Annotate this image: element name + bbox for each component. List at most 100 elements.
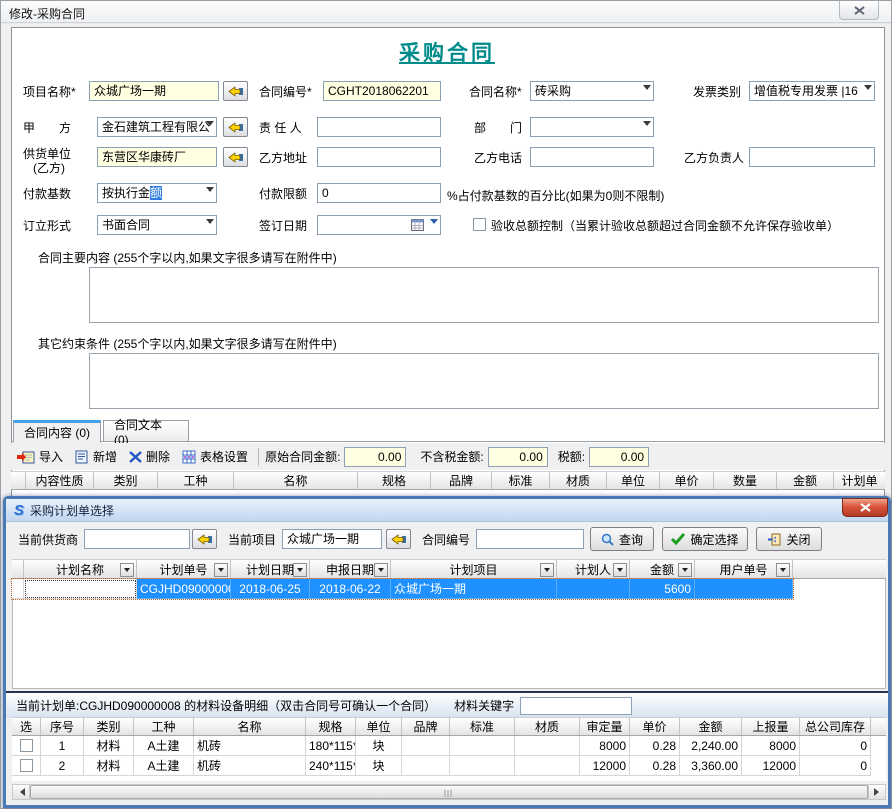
cell-cat: 材料 [84, 736, 134, 756]
cell-seq: 2 [41, 756, 84, 776]
add-row-button[interactable]: 新增 [69, 446, 123, 467]
material-row[interactable]: 2 材料 A土建 机砖 240*115* 块 12000 0.28 3,360.… [12, 756, 886, 776]
row-gutter [12, 579, 24, 599]
cell-plan-project[interactable]: 众城广场一期 [391, 579, 557, 599]
window-close-button[interactable] [839, 1, 879, 20]
contract-name-combo[interactable]: 砖采购 [530, 81, 654, 101]
tab-contract-text[interactable]: 合同文本 (0) [103, 420, 189, 442]
pay-limit-field[interactable]: 0 [317, 183, 441, 203]
exit-door-icon [767, 533, 781, 546]
delete-row-button[interactable]: 删除 [123, 446, 176, 467]
thumb-grip-icon [445, 790, 454, 797]
cell-unit: 块 [356, 736, 402, 756]
party-b-addr-field[interactable] [317, 147, 441, 167]
supplier-field[interactable]: 东营区华康砖厂 [97, 147, 217, 167]
current-supplier-label: 当前供货商 [18, 533, 78, 547]
party-a-combo[interactable]: 金石建筑工程有限公 [97, 117, 217, 137]
main-content-textarea[interactable] [89, 267, 879, 323]
material-grid-header: 选 序号 类别 工种 名称 规格 单位 品牌 标准 材质 审定量 单价 金额 上… [12, 717, 886, 736]
row-select-checkbox[interactable] [20, 739, 33, 752]
col-header: 计划名称 [24, 560, 137, 578]
scroll-right-button[interactable] [868, 785, 885, 799]
filter-dropdown-button[interactable] [214, 563, 228, 577]
supplier-label: 供货单位(乙方) [23, 147, 71, 175]
col-header: 品牌 [431, 472, 492, 489]
cell-amount[interactable]: 5600 [630, 579, 695, 599]
filter-dropdown-button[interactable] [613, 563, 627, 577]
cell-user-no[interactable] [695, 579, 793, 599]
notax-amount-label: 不含税金额: [420, 448, 483, 465]
horizontal-scrollbar[interactable] [12, 784, 886, 800]
cell-plan-date[interactable]: 2018-06-25 [231, 579, 310, 599]
party-b-leader-field[interactable] [749, 147, 875, 167]
import-button[interactable]: 导入 [11, 446, 69, 467]
project-browse-button[interactable] [223, 81, 248, 101]
scrollbar-thumb[interactable] [30, 785, 868, 799]
contract-no-filter-field[interactable] [476, 529, 584, 549]
cell-approved: 12000 [580, 756, 630, 776]
accept-total-checkbox[interactable] [473, 218, 486, 231]
close-dialog-button[interactable]: 关闭 [756, 527, 822, 551]
scroll-left-button[interactable] [13, 785, 30, 799]
other-terms-textarea[interactable] [89, 353, 879, 409]
supplier-browse-button[interactable] [192, 529, 217, 549]
delete-x-icon [129, 451, 142, 463]
left-arrow-icon [16, 788, 25, 796]
current-project-field[interactable]: 众城广场一期 [282, 529, 382, 549]
col-header: 规格 [306, 718, 356, 735]
cell-plan-no[interactable]: CGJHD090000008 [137, 579, 231, 599]
row-gutter [11, 472, 26, 489]
cell-declare-date[interactable]: 2018-06-22 [310, 579, 391, 599]
filter-dropdown-button[interactable] [293, 563, 307, 577]
dept-combo[interactable] [530, 117, 654, 137]
form-type-combo[interactable]: 书面合同 [97, 215, 217, 235]
cell-approved: 8000 [580, 736, 630, 756]
col-header [871, 718, 886, 735]
material-keyword-field[interactable] [520, 697, 632, 715]
hand-pointer-icon [228, 85, 244, 98]
query-button[interactable]: 查询 [590, 527, 654, 551]
col-header: 金额 [777, 472, 834, 489]
invoice-type-combo[interactable]: 增值税专用发票 |16 [749, 81, 875, 101]
filter-dropdown-button[interactable] [374, 563, 388, 577]
filter-dropdown-button[interactable] [120, 563, 134, 577]
pay-limit-note: %占付款基数的百分比(如果为0则不限制) [447, 187, 664, 204]
col-header: 材质 [550, 472, 607, 489]
party-b-phone-field[interactable] [530, 147, 654, 167]
project-name-field[interactable]: 众城广场一期 [89, 81, 219, 101]
col-header: 单价 [660, 472, 714, 489]
hand-pointer-icon [391, 533, 407, 546]
notax-amount-field[interactable]: 0.00 [488, 447, 548, 467]
sign-date-picker[interactable]: 2018-06-22 [317, 215, 441, 235]
contract-no-field[interactable]: CGHT2018062201 [323, 81, 441, 101]
plan-grid-header: 计划名称 计划单号 计划日期 申报日期 计划项目 计划人 金额 用户单号 [12, 559, 886, 579]
cell-plan-name[interactable] [24, 579, 137, 599]
tab-contract-content[interactable]: 合同内容 (0) [13, 420, 101, 443]
plan-select-dialog: S 采购计划单选择 当前供货商 当前项目 众城广场一期 合同编号 查询 确定选择… [3, 496, 891, 808]
confirm-select-button[interactable]: 确定选择 [662, 527, 748, 551]
plan-selected-row[interactable]: CGJHD090000008 2018-06-25 2018-06-22 众城广… [12, 579, 793, 599]
table-setup-button[interactable]: 表格设置 [176, 446, 254, 467]
filter-dropdown-button[interactable] [678, 563, 692, 577]
filter-dropdown-button[interactable] [540, 563, 554, 577]
cell-planner[interactable] [557, 579, 630, 599]
party-b-addr-label: 乙方地址 [259, 151, 307, 165]
cell-brand [402, 756, 450, 776]
project-browse-button[interactable] [386, 529, 411, 549]
party-a-browse-button[interactable] [223, 117, 248, 137]
cell-brand [402, 736, 450, 756]
cell-unit: 块 [356, 756, 402, 776]
material-row[interactable]: 1 材料 A土建 机砖 180*115* 块 8000 0.28 2,240.0… [12, 736, 886, 756]
pay-base-combo[interactable]: 按执行金额 [97, 183, 217, 203]
tax-amount-field[interactable]: 0.00 [589, 447, 649, 467]
orig-amount-field[interactable]: 0.00 [344, 447, 406, 467]
supplier-browse-button[interactable] [223, 147, 248, 167]
col-header: 用户单号 [695, 560, 793, 578]
responsible-field[interactable] [317, 117, 441, 137]
dialog-close-button[interactable] [842, 498, 888, 517]
contract-toolbar: 导入 新增 删除 表格设置 原始合同金额: 0.00 不含税金额: 0.00 税… [11, 443, 885, 470]
current-supplier-field[interactable] [84, 529, 190, 549]
chevron-down-icon [206, 219, 214, 228]
row-select-checkbox[interactable] [20, 759, 33, 772]
filter-dropdown-button[interactable] [776, 563, 790, 577]
